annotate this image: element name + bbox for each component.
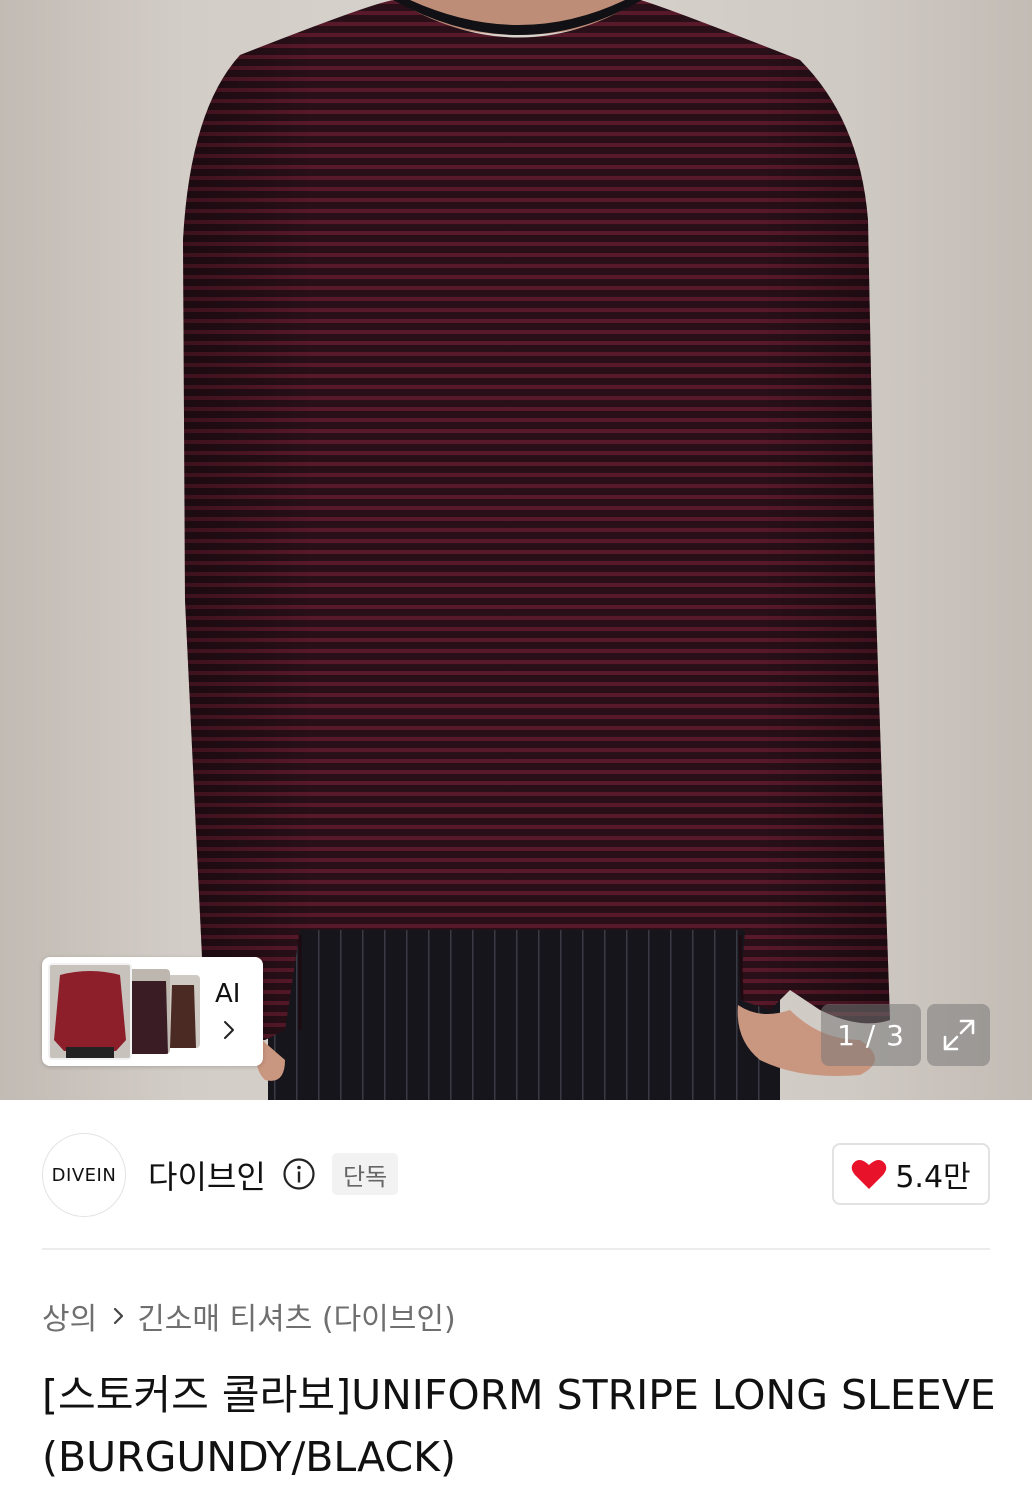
info-icon[interactable] <box>282 1157 316 1191</box>
product-photo <box>183 0 890 1100</box>
heart-icon <box>852 1160 887 1189</box>
expand-button[interactable] <box>927 1004 990 1066</box>
chevron-right-icon <box>114 1307 124 1325</box>
breadcrumb: 상의 긴소매 티셔츠 (다이브인) <box>42 1294 456 1338</box>
product-title: [스토커즈 콜라보]UNIFORM STRIPE LONG SLEEVE (BU… <box>42 1371 996 1481</box>
thumbnail-3 <box>166 975 200 1048</box>
brand-logo[interactable]: DIVEIN <box>42 1133 126 1217</box>
brand-name[interactable]: 다이브인 <box>148 1152 266 1198</box>
like-count: 5.4만 <box>895 1160 971 1195</box>
breadcrumb-item-category[interactable]: 상의 <box>42 1294 97 1338</box>
ai-label: AI <box>215 979 241 1009</box>
thumbnail-2 <box>128 969 170 1054</box>
image-counter: 1 / 3 <box>821 1004 921 1066</box>
chevron-right-icon <box>224 1021 234 1039</box>
exclusive-badge: 단독 <box>332 1153 399 1195</box>
expand-icon <box>943 1019 974 1051</box>
thumbnail-1 <box>48 963 132 1060</box>
breadcrumb-item-subcategory[interactable]: 긴소매 티셔츠 (다이브인) <box>137 1294 455 1338</box>
product-image-gallery[interactable]: AI 1 / 3 <box>0 0 1032 1100</box>
like-button[interactable]: 5.4만 <box>832 1143 990 1205</box>
ai-similar-items-card[interactable]: AI <box>42 957 263 1066</box>
divider <box>42 1248 990 1250</box>
